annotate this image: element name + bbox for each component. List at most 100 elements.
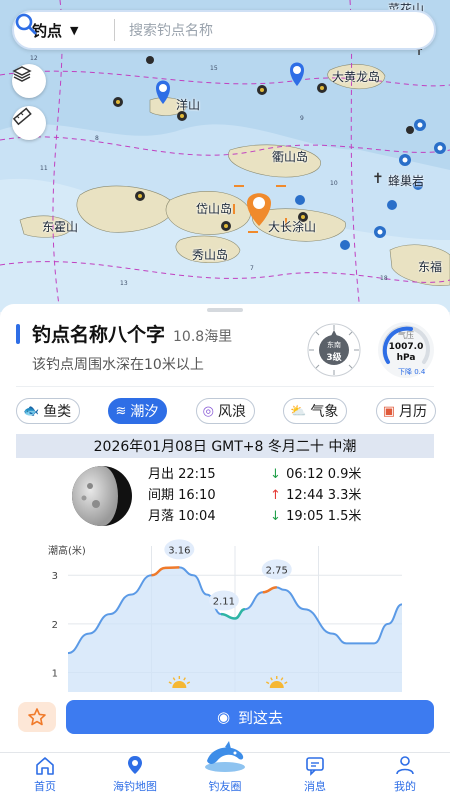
arrow-up-icon: ↑: [270, 488, 281, 503]
svg-text:10: 10: [330, 180, 338, 187]
favorite-button[interactable]: [18, 702, 56, 732]
y-tick-label: 3: [52, 571, 58, 582]
svg-text:12: 12: [30, 55, 38, 62]
tide-event-high: ↑ 12:44 3.3米: [270, 485, 361, 506]
map-label: 东霍山: [42, 220, 79, 234]
tide-events: ↓ 06:12 0.9米 ↑ 12:44 3.3米 ↓ 19:05 1.5米: [270, 464, 361, 527]
nav-label: 我的: [394, 780, 416, 793]
home-icon: [36, 757, 54, 775]
nav-label: 消息: [304, 780, 326, 793]
divider: [16, 386, 434, 387]
pressure-trend: 下降 0.4: [398, 368, 426, 376]
tide-event-text: 19:05 1.5米: [286, 509, 362, 524]
user-icon: [396, 756, 414, 775]
svg-text:✝: ✝: [372, 171, 384, 187]
nav-home[interactable]: 首页: [0, 753, 90, 800]
nautical-map[interactable]: 12 8 15 9 11 7 13 18 10 ✝ ✝ 大黄龙岛 洋山 衢山岛 蜂巢岩 东霍…: [0, 0, 450, 312]
calendar-icon: ▣: [382, 403, 395, 419]
ruler-icon: [12, 107, 32, 126]
spot-description: 该钓点周围水深在10米以上: [32, 357, 204, 373]
search-bar: 钓点 ▼ 搜索钓点名称: [12, 10, 436, 50]
tide-event-text: 06:12 0.9米: [286, 467, 362, 482]
fishing-spot-pin[interactable]: [290, 62, 304, 87]
tab-calendar[interactable]: ▣ 月历: [375, 398, 436, 424]
map-label: 蜂巢岩: [388, 174, 425, 188]
nav-messages[interactable]: 消息: [270, 753, 360, 800]
nav-profile[interactable]: 我的: [360, 753, 450, 800]
location-icon: ◉: [216, 708, 231, 726]
tide-event-low: ↓ 19:05 1.5米: [270, 506, 361, 527]
arrow-down-icon: ↓: [270, 509, 281, 524]
tab-wind-wave[interactable]: ◎ 风浪: [195, 398, 255, 424]
y-tick-label: 1: [52, 669, 58, 680]
nav-label: 海钓地图: [113, 780, 157, 793]
map-label: 秀山岛: [192, 248, 229, 262]
interval-time: 间期 16:10: [148, 488, 216, 503]
tab-label: 风浪: [217, 404, 246, 420]
svg-text:11: 11: [40, 165, 48, 172]
wind-direction: 东南: [327, 341, 341, 349]
pressure-value: 1007.0: [388, 342, 424, 352]
svg-text:8: 8: [95, 135, 99, 142]
chevron-down-icon: ▼: [70, 23, 79, 37]
tab-label: 潮汐: [130, 404, 159, 420]
map-label: 东福: [418, 260, 443, 274]
navigate-button[interactable]: ◉ 到这去: [66, 700, 434, 734]
waves-icon: ≋: [115, 403, 127, 419]
search-icon: [15, 13, 37, 35]
tab-tide[interactable]: ≋ 潮汐: [108, 398, 168, 424]
arrow-down-icon: ↓: [270, 467, 281, 482]
weather-icon: ⛅: [290, 403, 307, 419]
layers-button[interactable]: [12, 64, 46, 98]
pressure-unit: hPa: [396, 353, 416, 363]
map-label: 衢山岛: [272, 150, 309, 164]
map-label: 大黄龙岛: [332, 70, 381, 84]
spot-name: 钓点名称八个字: [32, 324, 166, 346]
tide-chart[interactable]: 1 2 3 3.16 2.11 2.75: [40, 536, 410, 696]
data-label: 2.75: [266, 565, 288, 576]
map-label: 岱山岛: [196, 202, 233, 216]
moonrise-time: 月出 22:15: [148, 467, 216, 482]
layers-icon: [12, 66, 32, 82]
tab-weather[interactable]: ⛅ 气象: [283, 398, 348, 424]
svg-text:18: 18: [380, 275, 388, 282]
wind-icon: ◎: [202, 403, 214, 419]
search-input[interactable]: 搜索钓点名称: [115, 20, 396, 40]
pressure-gauge[interactable]: 气压 1007.0 hPa 下降 0.4: [378, 322, 434, 378]
svg-text:9: 9: [300, 115, 304, 122]
nav-label: 首页: [34, 780, 56, 793]
dolphin-icon: [205, 741, 245, 772]
bottom-nav: 首页 海钓地图 钓友圈 消息 我的: [0, 741, 450, 800]
title-accent-bar: [16, 323, 20, 344]
wind-level: 3级: [326, 353, 342, 363]
svg-text:13: 13: [120, 280, 128, 287]
moonset-time: 月落 10:04: [148, 509, 216, 524]
spot-detail-sheet: 钓点名称八个字 10.8海里 该钓点周围水深在10米以上 东南 3级 气压 10…: [0, 304, 450, 752]
navigate-label: 到这去: [238, 708, 284, 727]
map-label: 大长涂山: [268, 220, 317, 234]
map-pin-icon: [128, 756, 142, 774]
ruler-button[interactable]: [12, 106, 46, 140]
svg-text:7: 7: [250, 265, 254, 272]
tab-label: 月历: [398, 404, 427, 420]
wind-compass[interactable]: 东南 3级: [306, 322, 362, 378]
spot-distance: 10.8海里: [173, 329, 233, 345]
tab-label: 鱼类: [43, 404, 72, 420]
nav-angler-circle[interactable]: 钓友圈: [180, 741, 270, 800]
y-tick-label: 2: [52, 620, 58, 631]
moon-times: 月出 22:15 间期 16:10 月落 10:04: [148, 464, 216, 527]
fish-icon: 🐟: [23, 403, 40, 419]
tide-event-low: ↓ 06:12 0.9米: [270, 464, 361, 485]
nav-sea-fishing-map[interactable]: 海钓地图: [90, 753, 180, 800]
tab-fish[interactable]: 🐟 鱼类: [16, 398, 81, 424]
tide-date-line: 2026年01月08日 GMT+8 冬月二十 中潮: [16, 434, 434, 458]
sheet-drag-handle[interactable]: [207, 308, 243, 312]
message-icon: [306, 757, 324, 776]
star-icon: [28, 708, 46, 726]
map-label: 洋山: [176, 98, 201, 112]
search-button[interactable]: [15, 13, 430, 47]
nav-label: 钓友圈: [208, 780, 242, 793]
data-label: 2.11: [213, 597, 235, 608]
moon-phase-icon: [72, 466, 132, 526]
spot-header: 钓点名称八个字 10.8海里: [16, 320, 232, 347]
